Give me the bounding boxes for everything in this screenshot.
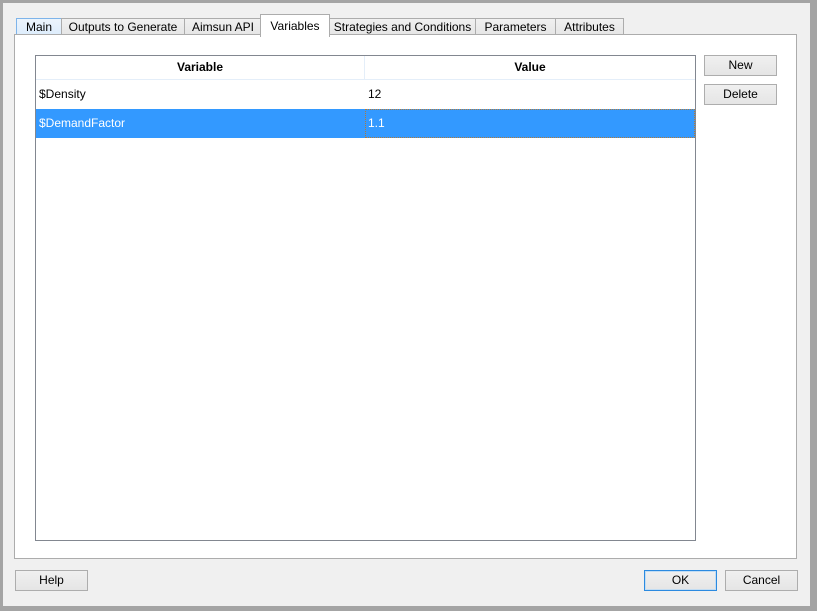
help-button[interactable]: Help — [15, 570, 88, 591]
new-button[interactable]: New — [704, 55, 777, 76]
tab-variables[interactable]: Variables — [260, 14, 330, 37]
variable-cell[interactable]: $DemandFactor — [36, 109, 365, 138]
table-row-selected[interactable]: $DemandFactor 1.1 — [36, 109, 695, 138]
value-cell[interactable]: 1.1 — [365, 109, 695, 138]
table-row[interactable]: $Density 12 — [36, 80, 695, 109]
ok-button[interactable]: OK — [644, 570, 717, 591]
column-header-value[interactable]: Value — [365, 56, 695, 79]
variable-cell[interactable]: $Density — [36, 80, 365, 109]
delete-button[interactable]: Delete — [704, 84, 777, 105]
column-header-variable[interactable]: Variable — [36, 56, 365, 79]
dialog-window: Main Outputs to Generate Aimsun API Vari… — [3, 3, 810, 606]
cancel-button[interactable]: Cancel — [725, 570, 798, 591]
table-header: Variable Value — [36, 56, 695, 80]
variables-tab-page: Variable Value $Density 12 $DemandFactor… — [14, 34, 797, 559]
value-cell[interactable]: 12 — [365, 80, 695, 109]
variables-table[interactable]: Variable Value $Density 12 $DemandFactor… — [35, 55, 696, 541]
